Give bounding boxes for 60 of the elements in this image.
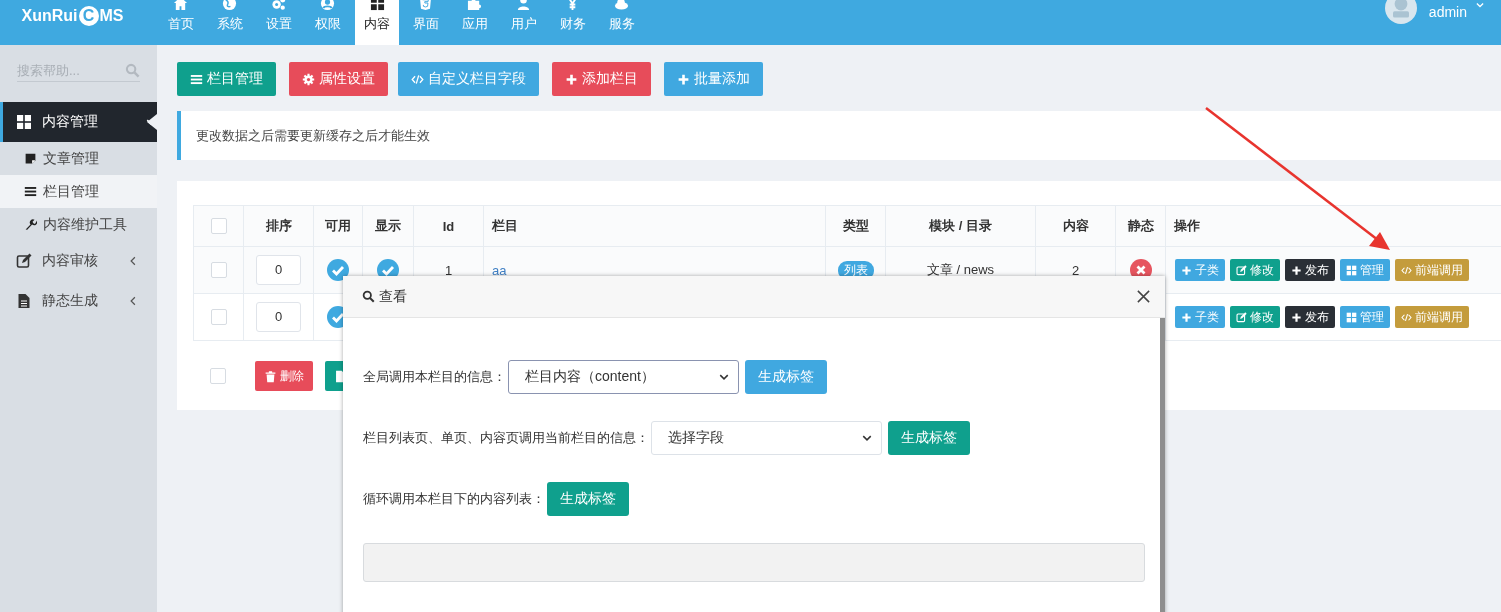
category-link[interactable]: aa bbox=[492, 262, 507, 278]
field-label: 栏目列表页、单页、内容页调用当前栏目的信息： bbox=[363, 429, 649, 447]
nav-tab[interactable]: 权限 bbox=[303, 0, 352, 45]
action-button[interactable]: 子类 bbox=[1175, 259, 1225, 281]
field-label: 全局调用本栏目的信息： bbox=[363, 368, 506, 386]
nav-tab[interactable]: 系统 bbox=[205, 0, 254, 45]
column-header: Id bbox=[442, 218, 455, 234]
toolbar-button[interactable]: 自定义栏目字段 bbox=[398, 62, 539, 96]
action-button[interactable]: 修改 bbox=[1230, 306, 1280, 328]
logo: XunRui C MS bbox=[20, 4, 125, 28]
nav-tab[interactable]: 界面 bbox=[401, 0, 450, 45]
action-button[interactable]: 发布 bbox=[1285, 259, 1335, 281]
action-button[interactable]: 管理 bbox=[1340, 306, 1390, 328]
action-button[interactable]: 修改 bbox=[1230, 259, 1280, 281]
column-header: 内容 bbox=[1062, 218, 1089, 233]
toolbar-button[interactable]: 栏目管理 bbox=[177, 62, 276, 96]
user-name[interactable]: admin bbox=[1428, 4, 1467, 20]
nav-tab[interactable]: 设置 bbox=[254, 0, 303, 45]
nav-tab[interactable]: 首页 bbox=[156, 0, 205, 45]
field-label: 循环调用本栏目下的内容列表： bbox=[363, 490, 545, 508]
nav-tab[interactable]: 应用 bbox=[450, 0, 499, 45]
sidebar-subitem[interactable]: 内容维护工具 bbox=[0, 208, 157, 241]
order-field[interactable]: 0 bbox=[256, 255, 301, 285]
generate-button[interactable]: 生成标签 bbox=[745, 360, 827, 394]
table-cell: 文章 / news bbox=[926, 262, 995, 277]
column-header: 静态 bbox=[1127, 218, 1154, 233]
column-header: 栏目 bbox=[492, 218, 518, 233]
sidebar-item[interactable]: 内容审核 bbox=[0, 241, 157, 281]
toolbar-button[interactable]: 添加栏目 bbox=[552, 62, 651, 96]
action-button[interactable]: 前端调用 bbox=[1395, 259, 1469, 281]
order-field[interactable]: 0 bbox=[256, 302, 301, 332]
column-header: 类型 bbox=[842, 218, 869, 233]
generate-button[interactable]: 生成标签 bbox=[888, 421, 970, 455]
toolbar-button[interactable]: 批量添加 bbox=[664, 62, 763, 96]
select-field[interactable]: 选择字段 bbox=[651, 421, 882, 455]
sidebar-subitem[interactable]: 文章管理 bbox=[0, 142, 157, 175]
action-button[interactable]: 前端调用 bbox=[1395, 306, 1469, 328]
toolbar-button[interactable]: 属性设置 bbox=[289, 62, 388, 96]
notice-text: 更改数据之后需要更新缓存之后才能生效 bbox=[177, 111, 1501, 160]
nav-tab[interactable]: 服务 bbox=[597, 0, 646, 45]
footer-button[interactable]: 删除 bbox=[255, 361, 313, 391]
column-header: 模块 / 目录 bbox=[929, 218, 992, 233]
column-header: 操作 bbox=[1174, 218, 1200, 233]
column-header: 可用 bbox=[325, 218, 351, 233]
sidebar-subitem[interactable]: 栏目管理 bbox=[0, 175, 157, 208]
nav-tab[interactable]: 内容 bbox=[355, 0, 399, 45]
column-header: 显示 bbox=[375, 218, 401, 233]
action-button[interactable]: 管理 bbox=[1340, 259, 1390, 281]
table-cell: 2 bbox=[1071, 262, 1080, 278]
table-cell: 1 bbox=[444, 262, 453, 278]
sidebar-item[interactable]: 内容管理 bbox=[0, 102, 157, 142]
sidebar-item[interactable]: 静态生成 bbox=[0, 281, 157, 321]
modal-title: 查看 bbox=[379, 287, 408, 306]
generate-button[interactable]: 生成标签 bbox=[547, 482, 629, 516]
nav-tab[interactable]: 财务 bbox=[548, 0, 597, 45]
select-field[interactable]: 栏目内容（content） bbox=[508, 360, 739, 394]
action-button[interactable]: 子类 bbox=[1175, 306, 1225, 328]
column-header: 排序 bbox=[265, 218, 292, 233]
action-button[interactable]: 发布 bbox=[1285, 306, 1335, 328]
nav-tab[interactable]: 用户 bbox=[499, 0, 548, 45]
